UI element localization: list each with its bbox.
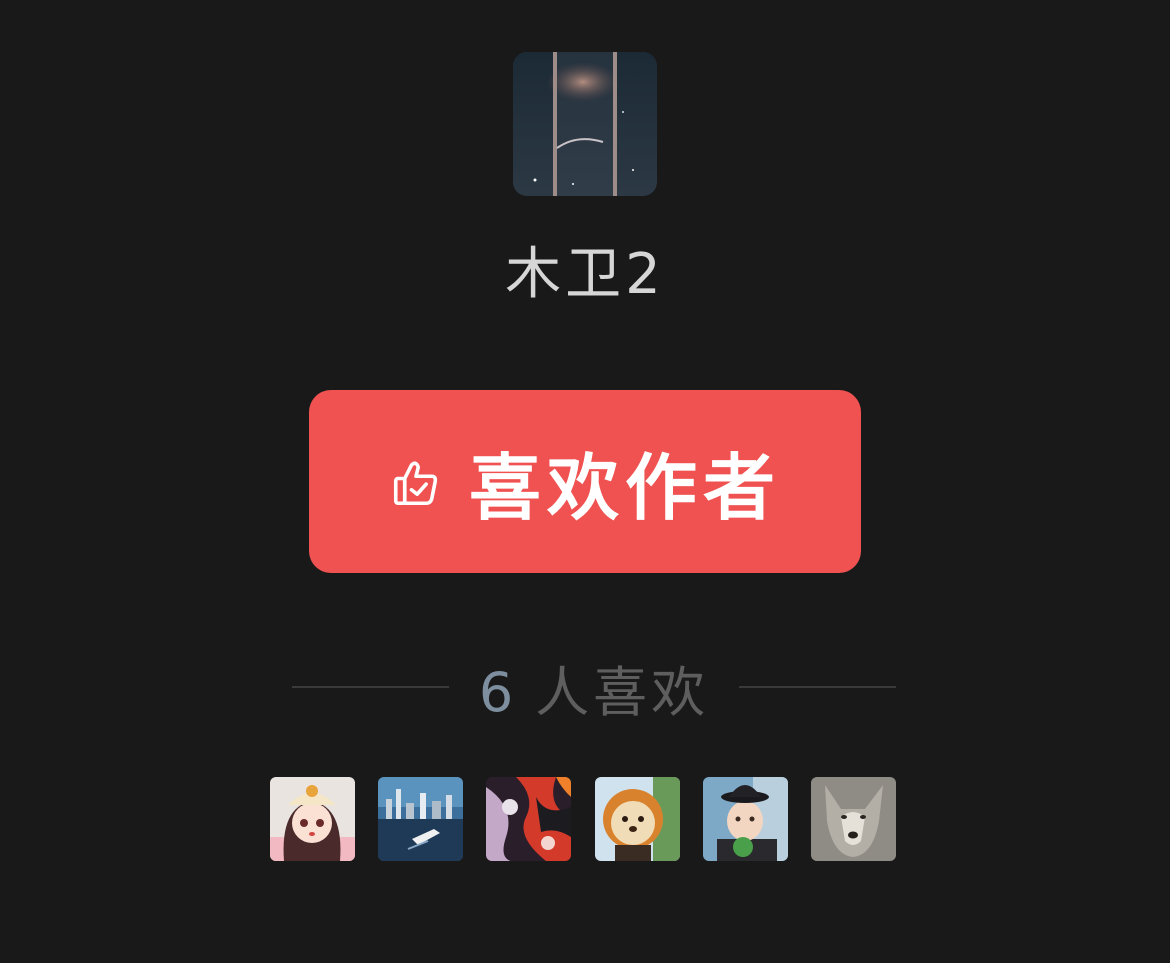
fan-avatar-anime-girl[interactable] [270,777,355,861]
likes-count: 6 [478,660,518,724]
fan-avatar-list [270,777,896,861]
author-avatar[interactable] [513,52,657,196]
fan-avatar-boy-hat[interactable] [702,777,788,861]
fan-avatar-wolf[interactable] [810,777,896,861]
author-name: 木卫2 [505,242,665,307]
like-author-button[interactable]: 喜欢作者 [309,390,861,573]
divider-left [292,686,449,688]
fan-avatar-city-ship[interactable] [378,777,464,861]
fan-avatar-bear-toy[interactable] [594,777,680,861]
likes-suffix: 人喜欢 [535,660,710,724]
author-like-page: 木卫2 喜欢作者 6 人喜欢 [0,0,1170,963]
like-author-label: 喜欢作者 [468,446,781,530]
fan-avatar-abstract-paint[interactable] [486,777,572,861]
night-moon-avatar-image [513,52,657,196]
divider-right [739,686,897,688]
thumbs-up-check-icon [389,456,443,510]
likes-summary: 6 人喜欢 [292,652,897,724]
likes-text: 6 人喜欢 [449,648,739,727]
